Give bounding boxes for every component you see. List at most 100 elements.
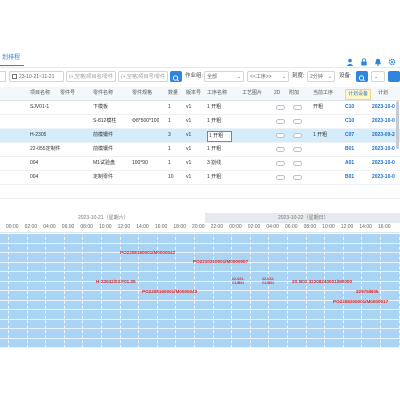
cell-plan-date: 2023-10-0 xyxy=(372,174,395,180)
gantt-grid-line xyxy=(212,232,214,348)
gantt-hour-tick: 04:00 xyxy=(266,224,279,230)
cell-project: 004 xyxy=(30,160,39,166)
refresh-button[interactable] xyxy=(388,71,400,82)
col-header-project[interactable]: 项目名称 xyxy=(30,87,50,100)
table-row[interactable]: 004 定制零件 10 v1 1 开粗 B01 2023-10-0 xyxy=(0,171,400,185)
date-range-input[interactable]: 23-10-21~11-21 xyxy=(9,71,64,82)
cell-plan-date: 2023-10-0 xyxy=(372,146,395,152)
gantt-task-label[interactable]: 22-022-C1/B01 xyxy=(262,277,284,285)
settings-icon[interactable] xyxy=(388,53,396,66)
gantt-grid-line xyxy=(287,232,288,348)
cell-plan-date: 2023-09-2 xyxy=(372,132,395,138)
gantt-hour-tick: 10:00 xyxy=(99,224,112,230)
gantt-lane[interactable] xyxy=(0,319,400,329)
gantt-grid-line xyxy=(305,232,307,348)
search-button[interactable] xyxy=(170,71,182,82)
table-row[interactable]: H-2305 前模镶件 3 v1 1 开粗 1 开粗 C07 2023-09-2 xyxy=(0,129,400,143)
col-header-attach[interactable]: 附加 xyxy=(289,87,299,100)
area-select-value: 全部 xyxy=(207,74,218,80)
gantt-task-label[interactable]: PO2210210001/M0000007 xyxy=(193,259,248,264)
gantt-hour-tick: 18:00 xyxy=(173,224,186,230)
toggle-attach[interactable] xyxy=(293,147,302,152)
process-select[interactable]: <<工序>> ⌄ xyxy=(247,71,289,82)
toolbar: 23-10-21~11-21 (+,空格)项目名/零件 (+,空格)项目号/零件… xyxy=(0,69,400,85)
toggle-attach[interactable] xyxy=(293,175,302,180)
toggle-2d[interactable] xyxy=(276,161,285,166)
table-row[interactable]: S-812模柱 Φ8*500*100 1 v1 1 开粗 C10 2023-10-0 xyxy=(0,115,400,129)
bell-icon[interactable] xyxy=(374,53,382,66)
search-input[interactable]: (+,空格)项目名/零件 xyxy=(66,71,116,82)
gantt-hour-scale: 00:00 02:00 04:00 06:00 08:00 10:00 12:00 14:00… xyxy=(0,223,400,233)
cell-plan-date: 2023-10-0 xyxy=(372,104,395,110)
collapse-handle[interactable] xyxy=(0,71,6,82)
toggle-2d[interactable] xyxy=(276,175,285,180)
cell-process: 1 开粗 xyxy=(207,118,222,124)
process-select-value: <<工序>> xyxy=(250,74,272,80)
table-row[interactable]: 22-055定制件 前模镶件 1 v1 1 开粗 B01 2023-10-0 xyxy=(0,143,400,157)
gantt-grid-line xyxy=(8,232,9,348)
gantt-hour-tick: 08:00 xyxy=(80,224,93,230)
gantt-lane[interactable] xyxy=(0,310,400,320)
search2-input[interactable]: (+,空格)项目号/零件 xyxy=(118,71,168,82)
lock-icon[interactable] xyxy=(360,53,368,66)
table-scrollbar[interactable] xyxy=(396,101,399,149)
gantt-lane[interactable] xyxy=(0,234,400,244)
gantt-hour-tick: 14:00 xyxy=(359,224,372,230)
toggle-2d[interactable] xyxy=(276,147,285,152)
gantt-task-label[interactable]: 22-022-C1/B01 xyxy=(232,277,254,285)
area-select[interactable]: 全部 ⌄ xyxy=(204,71,244,82)
gantt-hour-tick: 20:00 xyxy=(192,224,205,230)
gantt-hour-tick: 12:00 xyxy=(340,224,354,230)
toggle-attach[interactable] xyxy=(293,133,302,138)
gantt-task-label[interactable]: H-23042/03.F01.05 xyxy=(96,279,136,284)
toggle-attach[interactable] xyxy=(293,105,302,110)
toggle-2d[interactable] xyxy=(276,133,285,138)
tab-scheduling[interactable]: 划排程 xyxy=(0,52,25,66)
cell-process: 1 开粗 xyxy=(207,104,222,110)
col-header-device[interactable]: 计划设备 xyxy=(345,89,372,100)
toggle-2d[interactable] xyxy=(276,105,285,110)
gantt-hour-tick: 14:00 xyxy=(136,224,149,230)
toggle-attach[interactable] xyxy=(293,119,302,124)
table-row[interactable]: 004 M1试验盘 100*90 1 v1 3 割线 A01 2023-10-0 xyxy=(0,157,400,171)
cell-project: SJV01-1 xyxy=(30,104,50,110)
col-header-plan[interactable]: 计划 xyxy=(378,87,388,100)
gantt-lane[interactable] xyxy=(0,329,400,339)
cell-device: C07 xyxy=(345,132,355,138)
col-header-2d[interactable]: 2D xyxy=(274,87,280,100)
device-select[interactable]: ⌄ xyxy=(371,71,385,82)
user-icon[interactable] xyxy=(346,53,354,66)
calendar-icon xyxy=(12,74,17,80)
gantt-hour-tick: 16:00 xyxy=(378,224,391,230)
gantt-hour-tick: 06:00 xyxy=(61,224,75,230)
table-row[interactable] xyxy=(0,185,400,199)
cell-device: B01 xyxy=(345,146,355,152)
cell-qty: 10 xyxy=(168,174,174,180)
gantt-hour-tick: 16:00 xyxy=(154,224,168,230)
gantt-task-label[interactable]: 22975/B05 xyxy=(356,289,378,294)
gantt-task-label[interactable]: PO2208200001/M0000017 xyxy=(333,299,388,304)
col-header-qty[interactable]: 数量 xyxy=(168,87,178,100)
col-header-spec[interactable]: 零件规格 xyxy=(132,87,152,100)
col-header-current[interactable]: 当前工序 xyxy=(313,87,333,100)
cell-version: v1 xyxy=(186,174,192,180)
cell-device: C10 xyxy=(345,104,355,110)
col-header-version[interactable]: 版本号 xyxy=(186,87,201,100)
gantt-lane[interactable] xyxy=(0,338,400,348)
device-search-button[interactable] xyxy=(356,71,368,82)
gantt-task-label[interactable]: PO2208190001/M0000042 xyxy=(120,250,175,255)
col-header-part-name[interactable]: 零件名称 xyxy=(93,87,113,100)
col-header-process[interactable]: 工序名称 xyxy=(207,87,227,100)
scale-select[interactable]: 2分钟 ⌄ xyxy=(307,71,335,82)
col-header-part-no[interactable]: 零件号 xyxy=(60,87,75,100)
gantt-task-label[interactable]: 2S B01 32208240001/M0000 xyxy=(292,279,352,284)
gantt-date-1: 2023-10-21（星期六） xyxy=(78,215,129,221)
toggle-attach[interactable] xyxy=(293,161,302,166)
toggle-2d[interactable] xyxy=(276,119,285,124)
gantt-lane[interactable] xyxy=(0,243,400,253)
gantt-task-label[interactable]: PO2208190001/M0000043 xyxy=(142,289,197,294)
cell-version: v1 xyxy=(186,118,192,124)
col-header-image[interactable]: 工艺图片 xyxy=(242,87,262,100)
table-row[interactable]: SJV01-1 下模板 1 v1 1 开粗 开粗 C10 2023-10-0 xyxy=(0,101,400,115)
gantt-grid-line xyxy=(380,232,381,348)
